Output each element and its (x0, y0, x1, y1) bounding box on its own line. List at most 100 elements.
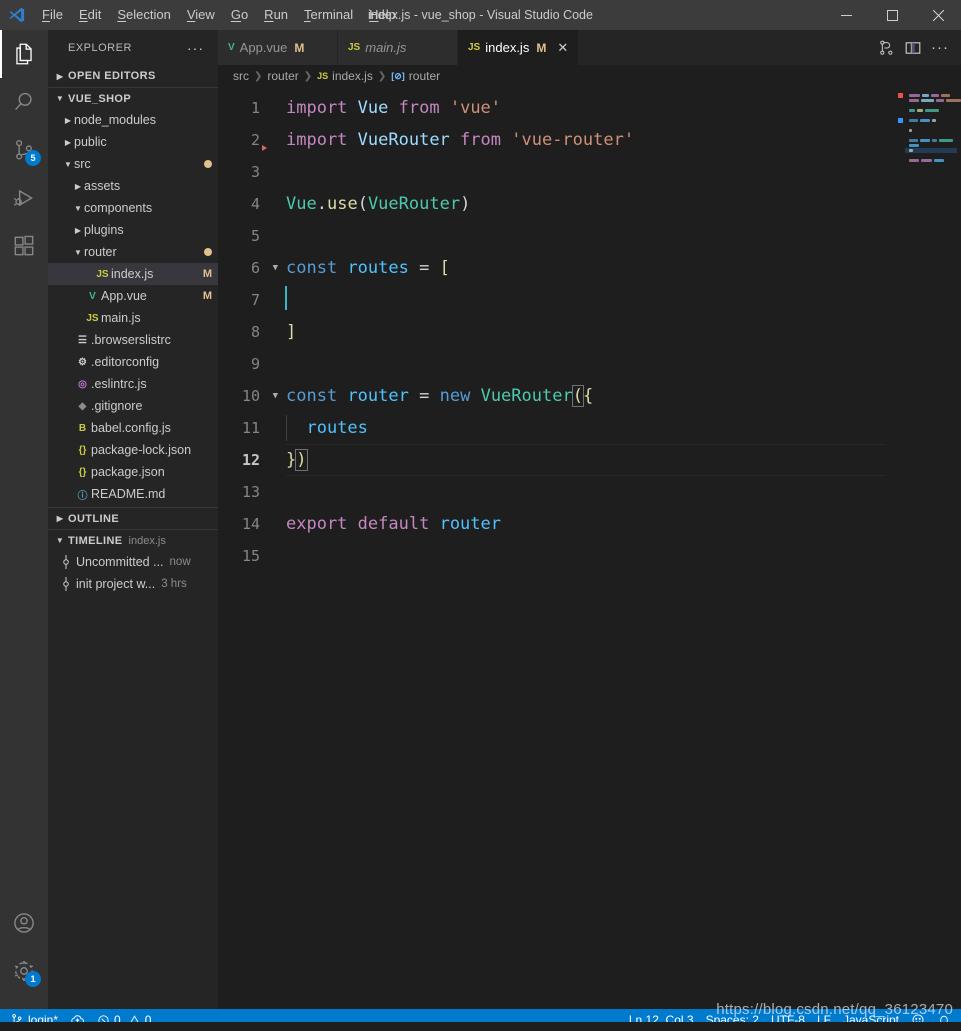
section-open-editors[interactable]: ▶ OPEN EDITORS (48, 65, 218, 87)
tree-file-main.js[interactable]: JS main.js (48, 307, 218, 329)
menu-terminal[interactable]: Terminal (296, 4, 361, 26)
minimap-token (941, 94, 950, 97)
file-type-icon: ◆ (78, 400, 87, 412)
line-number: 7 (250, 291, 260, 309)
file-type-icon: {} (78, 444, 87, 456)
activity-manage-settings[interactable]: 1 (0, 947, 48, 995)
close-button[interactable] (915, 0, 961, 30)
minimap-token (909, 99, 920, 102)
tree-file-babel.config.js[interactable]: Bbabel.config.js (48, 417, 218, 439)
activity-bar: 5 1 (0, 30, 48, 1009)
breadcrumb-item-router[interactable]: router (267, 69, 298, 83)
menu-edit[interactable]: Edit (71, 4, 109, 26)
menu-help-rest: elp (378, 7, 396, 22)
activity-source-control[interactable]: 5 (0, 126, 48, 174)
menu-view[interactable]: View (179, 4, 223, 26)
activity-search[interactable] (0, 78, 48, 126)
section-timeline[interactable]: ▼ TIMELINE index.js (48, 529, 218, 551)
minimap-token (909, 144, 919, 147)
sidebar-title-label: EXPLORER (68, 41, 132, 54)
toggle-panel-icon[interactable] (905, 40, 921, 56)
tree-folder-src[interactable]: ▼ src (48, 153, 218, 175)
tab-index.js[interactable]: JS index.js M ✕ (458, 30, 580, 65)
project-label: VUE_SHOP (68, 92, 132, 105)
tree-file-App.vue[interactable]: V App.vue M (48, 285, 218, 307)
file-type-icon: {} (78, 466, 87, 478)
breadcrumb-icon: [⊘] (391, 70, 405, 81)
tree-file-package.json[interactable]: {} package.json (48, 461, 218, 483)
line-number: 5 (250, 227, 260, 245)
menu-help[interactable]: Help (361, 4, 404, 26)
tree-folder-assets[interactable]: ▶ assets (48, 175, 218, 197)
chevron-down-icon: ▼ (55, 94, 65, 103)
chevron-down-icon: ▼ (74, 247, 82, 257)
error-marker-icon (262, 145, 267, 151)
split-editor-icon[interactable] (879, 40, 895, 56)
tree-folder-router[interactable]: ▼ router (48, 241, 218, 263)
timeline-entry[interactable]: init project w... 3 hrs (48, 573, 218, 595)
fold-chevron-icon[interactable]: ▼ (273, 380, 278, 412)
timeline-entry[interactable]: Uncommitted ... now (48, 551, 218, 573)
tree-folder-components[interactable]: ▼ components (48, 197, 218, 219)
menu-run[interactable]: Run (256, 4, 296, 26)
menu-terminal-rest: erminal (310, 7, 354, 22)
file-type-icon: JS (96, 268, 109, 280)
tree-file-README.md[interactable]: ⓘ README.md (48, 483, 218, 505)
activity-extensions[interactable] (0, 222, 48, 270)
tab-App.vue[interactable]: V App.vue M (218, 30, 338, 65)
section-outline[interactable]: ▶ OUTLINE (48, 507, 218, 529)
code-content[interactable]: import Vue from 'vue' import VueRouter fr… (285, 87, 895, 1009)
tab-main.js[interactable]: JS main.js (338, 30, 458, 65)
tree-file-.editorconfig[interactable]: ⚙ .editorconfig (48, 351, 218, 373)
file-type-icon: JS (86, 312, 99, 324)
minimize-button[interactable] (823, 0, 869, 30)
section-vue-shop[interactable]: ▼ VUE_SHOP (48, 87, 218, 109)
more-actions-icon[interactable]: ··· (931, 39, 949, 56)
file-type-icon: ☰ (78, 334, 87, 346)
code-token: router (347, 386, 409, 406)
menu-view-rest: iew (195, 7, 215, 22)
tree-item-label: assets (84, 179, 121, 193)
menu-go[interactable]: Go (223, 4, 256, 26)
tree-file-.eslintrc.js[interactable]: ◎ .eslintrc.js (48, 373, 218, 395)
tab-close-icon[interactable]: ✕ (557, 40, 568, 56)
tree-file-package-lock.json[interactable]: {} package-lock.json (48, 439, 218, 461)
chevron-down-icon: ▼ (55, 536, 65, 545)
tree-folder-node_modules[interactable]: ▶ node_modules (48, 109, 218, 131)
tree-folder-public[interactable]: ▶ public (48, 131, 218, 153)
minimap-token (936, 99, 944, 102)
breadcrumb-item-src[interactable]: src (233, 69, 249, 83)
tab-file-icon: JS (348, 42, 361, 53)
code-editor[interactable]: 1 2 3 4 5 6 ▼ 7 8 9 10 ▼ 11 12 13 14 15 import Vue from … (218, 87, 961, 1009)
code-token: { (582, 386, 594, 406)
breadcrumb-item-router[interactable]: [⊘] router (391, 69, 440, 83)
menu-file[interactable]: File (34, 4, 71, 26)
activity-accounts[interactable] (0, 899, 48, 947)
tree-file-.browserslistrc[interactable]: ☰ .browserslistrc (48, 329, 218, 351)
fold-chevron-icon[interactable]: ▼ (273, 252, 278, 284)
code-token: ) (460, 194, 471, 214)
tree-folder-plugins[interactable]: ▶ plugins (48, 219, 218, 241)
minimap[interactable] (895, 87, 961, 1009)
menu-selection[interactable]: Selection (109, 4, 178, 26)
sidebar-more-actions-icon[interactable]: ··· (187, 40, 210, 56)
window-controls (823, 0, 961, 30)
code-token: use (326, 194, 358, 214)
menu-bar[interactable]: File Edit Selection View Go Run Terminal… (34, 0, 404, 30)
minimap-token (932, 119, 936, 122)
activity-explorer[interactable] (0, 30, 48, 78)
line-number-gutter: 1 2 3 4 5 6 ▼ 7 8 9 10 ▼ 11 12 13 14 15 (218, 87, 286, 1009)
breadcrumb-item-index.js[interactable]: JS index.js (317, 69, 373, 83)
activity-run-debug[interactable] (0, 174, 48, 222)
menu-run-rest: un (273, 7, 289, 22)
line-number: 3 (250, 163, 260, 181)
tree-file-.gitignore[interactable]: ◆ .gitignore (48, 395, 218, 417)
explorer-sidebar: EXPLORER ··· ▶ OPEN EDITORS ▼ VUE_SHOP ▶… (48, 30, 218, 1009)
code-token: Vue (286, 194, 317, 214)
maximize-button[interactable] (869, 0, 915, 30)
tree-file-index.js[interactable]: JS index.js M (48, 263, 218, 285)
minimap-token (921, 99, 935, 102)
